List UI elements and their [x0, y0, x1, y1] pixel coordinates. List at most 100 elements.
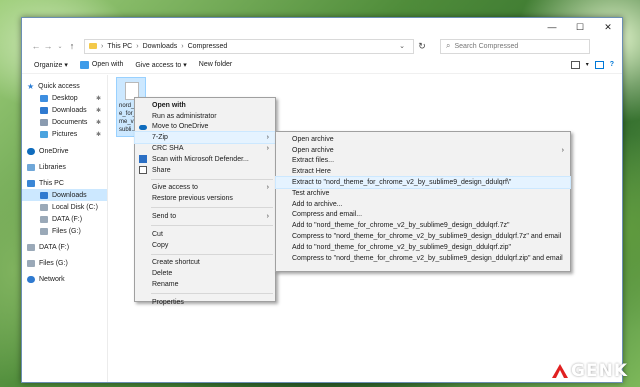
- chevron-down-icon[interactable]: ▾: [586, 61, 589, 68]
- search-input[interactable]: ⌕ Search Compressed: [440, 38, 590, 54]
- star-icon: ★: [27, 81, 35, 91]
- menu-item-label: Extract to "nord_theme_for_chrome_v2_by_…: [292, 179, 512, 187]
- breadcrumb-downloads[interactable]: Downloads: [143, 43, 178, 50]
- drive-icon: [40, 203, 48, 211]
- download-icon: [40, 106, 48, 114]
- sidebar-item-network[interactable]: Network: [22, 273, 107, 285]
- sidebar-item-local-disk-c[interactable]: Local Disk (C:): [22, 201, 107, 213]
- minimize-button[interactable]: —: [538, 18, 566, 36]
- menu-item-label: Run as administrator: [152, 112, 217, 120]
- organize-button[interactable]: Organize ▾: [30, 61, 72, 69]
- menu-item-label: Give access to: [152, 184, 198, 192]
- submenu-item-test-archive[interactable]: Test archive: [276, 188, 570, 199]
- menu-item-cut[interactable]: Cut: [135, 229, 275, 240]
- give-access-button[interactable]: Give access to ▾: [131, 61, 190, 69]
- recent-dropdown-icon[interactable]: ⌄: [54, 43, 66, 50]
- context-menu: Open with Run as administrator Move to O…: [134, 97, 276, 306]
- maximize-button[interactable]: ☐: [566, 18, 594, 36]
- drive-icon: [27, 243, 35, 251]
- menu-item-copy[interactable]: Copy: [135, 240, 275, 251]
- sidebar-item-data-f[interactable]: DATA (F:): [22, 213, 107, 225]
- sidebar-item-label: Files (G:): [39, 259, 68, 267]
- sidebar-item-label: Pictures: [52, 130, 78, 138]
- new-folder-button[interactable]: New folder: [195, 61, 236, 68]
- pin-icon: ✱: [95, 119, 101, 126]
- submenu-item-add-to-zip[interactable]: Add to "nord_theme_for_chrome_v2_by_subl…: [276, 242, 570, 253]
- forward-arrow-icon[interactable]: →: [42, 41, 54, 51]
- submenu-item-open-archive[interactable]: Open archive: [276, 134, 570, 145]
- sidebar-item-desktop[interactable]: Desktop ✱: [22, 92, 107, 104]
- sidebar-item-files-g-root[interactable]: Files (G:): [22, 257, 107, 269]
- submenu-7zip: Open archive Open archive › Extract file…: [275, 131, 571, 272]
- breadcrumb-this-pc[interactable]: This PC: [107, 43, 132, 50]
- menu-item-move-to-onedrive[interactable]: Move to OneDrive: [135, 122, 275, 133]
- sidebar-item-this-pc[interactable]: This PC: [22, 177, 107, 189]
- menu-item-run-as-administrator[interactable]: Run as administrator: [135, 111, 275, 122]
- menu-item-label: Rename: [152, 281, 179, 289]
- view-options-icon[interactable]: [570, 60, 580, 69]
- submenu-item-extract-to[interactable]: Extract to "nord_theme_for_chrome_v2_by_…: [275, 176, 571, 189]
- menu-item-rename[interactable]: Rename: [135, 279, 275, 290]
- search-placeholder: Search Compressed: [454, 42, 519, 50]
- up-arrow-icon[interactable]: ↑: [66, 41, 78, 51]
- open-with-icon: [79, 60, 89, 69]
- sidebar-item-downloads-selected[interactable]: Downloads: [22, 189, 107, 201]
- sidebar-item-pictures[interactable]: Pictures ✱: [22, 128, 107, 140]
- sidebar-item-label: DATA (F:): [52, 215, 83, 223]
- menu-item-label: Restore previous versions: [152, 195, 233, 203]
- menu-item-label: Compress to "nord_theme_for_chrome_v2_by…: [292, 233, 562, 241]
- menu-item-label: Cut: [152, 230, 163, 238]
- back-arrow-icon[interactable]: ←: [30, 41, 42, 51]
- submenu-item-extract-files[interactable]: Extract files...: [276, 156, 570, 167]
- sidebar-item-onedrive[interactable]: OneDrive: [22, 145, 107, 157]
- network-icon: [27, 275, 35, 283]
- menu-item-restore-previous-versions[interactable]: Restore previous versions: [135, 193, 275, 204]
- menu-item-label: CRC SHA: [152, 145, 184, 153]
- submenu-item-add-to-archive[interactable]: Add to archive...: [276, 199, 570, 210]
- sidebar-item-label: Downloads: [52, 106, 87, 114]
- submenu-item-add-to-7z[interactable]: Add to "nord_theme_for_chrome_v2_by_subl…: [276, 220, 570, 231]
- defender-icon: [139, 155, 147, 164]
- menu-item-7zip[interactable]: 7-Zip ›: [134, 131, 276, 145]
- pc-icon: [27, 179, 35, 187]
- submenu-item-extract-here[interactable]: Extract Here: [276, 166, 570, 177]
- submenu-item-open-archive-more[interactable]: Open archive ›: [276, 145, 570, 156]
- address-bar[interactable]: › This PC › Downloads › Compressed ⌄: [84, 38, 414, 54]
- menu-item-send-to[interactable]: Send to ›: [135, 211, 275, 222]
- menu-item-properties[interactable]: Properties: [135, 297, 275, 308]
- sidebar-item-files-g[interactable]: Files (G:): [22, 225, 107, 237]
- menu-item-create-shortcut[interactable]: Create shortcut: [135, 258, 275, 269]
- menu-separator: [151, 224, 273, 226]
- menu-item-share[interactable]: Share: [135, 165, 275, 176]
- sidebar-item-data-f-root[interactable]: DATA (F:): [22, 241, 107, 253]
- menu-item-crc-sha[interactable]: CRC SHA ›: [135, 143, 275, 154]
- sidebar-item-libraries[interactable]: Libraries: [22, 161, 107, 173]
- sidebar-item-documents[interactable]: Documents ✱: [22, 116, 107, 128]
- preview-pane-icon[interactable]: [594, 60, 604, 69]
- menu-item-scan-defender[interactable]: Scan with Microsoft Defender...: [135, 154, 275, 165]
- sidebar-item-downloads[interactable]: Downloads ✱: [22, 104, 107, 116]
- submenu-item-compress-7z-email[interactable]: Compress to "nord_theme_for_chrome_v2_by…: [276, 231, 570, 242]
- menu-item-open-with[interactable]: Open with: [135, 100, 275, 111]
- menu-item-delete[interactable]: Delete: [135, 268, 275, 279]
- open-with-button[interactable]: Open with: [76, 60, 128, 69]
- menu-item-label: Extract Here: [292, 168, 331, 176]
- submenu-item-compress-and-email[interactable]: Compress and email...: [276, 210, 570, 221]
- help-icon[interactable]: ?: [610, 61, 614, 68]
- refresh-icon[interactable]: ↻: [414, 41, 430, 52]
- sidebar-item-label: Downloads: [52, 191, 87, 199]
- sidebar-item-quick-access[interactable]: ★ Quick access: [22, 80, 107, 92]
- menu-item-give-access[interactable]: Give access to ›: [135, 183, 275, 194]
- sidebar-item-label: Local Disk (C:): [52, 203, 98, 211]
- breadcrumb-compressed[interactable]: Compressed: [188, 43, 228, 50]
- breadcrumb-separator: ›: [136, 42, 139, 50]
- submenu-item-compress-zip-email[interactable]: Compress to "nord_theme_for_chrome_v2_by…: [276, 253, 570, 264]
- sidebar-item-label: OneDrive: [39, 147, 69, 155]
- chevron-down-icon[interactable]: ⌄: [391, 42, 413, 50]
- share-icon: [139, 166, 147, 175]
- menu-item-label: Send to: [152, 213, 177, 221]
- documents-icon: [40, 118, 48, 126]
- close-button[interactable]: ✕: [594, 18, 622, 36]
- menu-item-label: Open with: [152, 101, 186, 109]
- sidebar-item-label: Network: [39, 275, 65, 283]
